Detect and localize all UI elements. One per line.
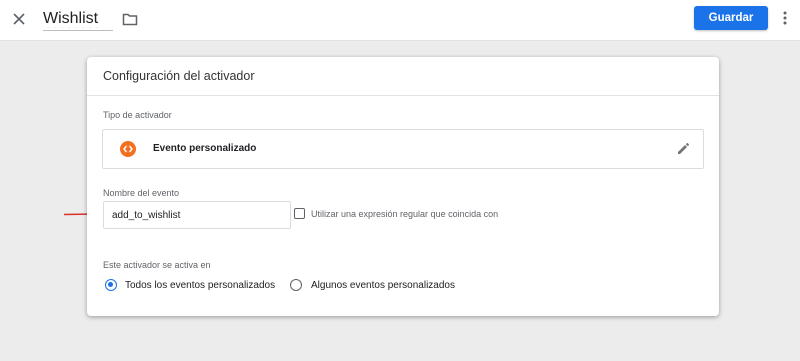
trigger-type-label: Tipo de activador	[103, 110, 172, 120]
fires-on-label: Este activador se activa en	[103, 260, 211, 270]
radio-all-custom-events[interactable]	[105, 279, 117, 291]
close-icon	[13, 13, 25, 25]
top-bar: Guardar	[0, 0, 800, 41]
regex-checkbox[interactable]	[294, 208, 305, 219]
card-title: Configuración del activador	[103, 69, 255, 83]
save-button[interactable]: Guardar	[694, 6, 768, 30]
radio-some-custom-events-label: Algunos eventos personalizados	[311, 280, 455, 291]
trigger-type-selector[interactable]: Evento personalizado	[102, 129, 704, 169]
event-name-input[interactable]	[103, 201, 291, 229]
event-name-label: Nombre del evento	[103, 188, 180, 198]
card-header: Configuración del activador	[87, 57, 719, 96]
regex-checkbox-label: Utilizar una expresión regular que coinc…	[311, 209, 499, 219]
code-brackets-icon	[120, 141, 136, 157]
close-button[interactable]	[9, 9, 29, 29]
radio-all-custom-events-label: Todos los eventos personalizados	[125, 280, 276, 291]
pencil-icon	[678, 142, 690, 154]
trigger-name-input[interactable]	[43, 8, 113, 31]
more-vert-icon	[783, 11, 787, 25]
folder-button[interactable]	[120, 9, 140, 29]
trigger-configuration-card: Configuración del activador Tipo de acti…	[87, 57, 719, 316]
edit-trigger-type-button[interactable]	[676, 142, 690, 156]
radio-some-custom-events[interactable]	[290, 279, 302, 291]
trigger-type-name: Evento personalizado	[153, 143, 257, 154]
more-options-button[interactable]	[778, 8, 792, 28]
folder-icon	[122, 13, 138, 26]
